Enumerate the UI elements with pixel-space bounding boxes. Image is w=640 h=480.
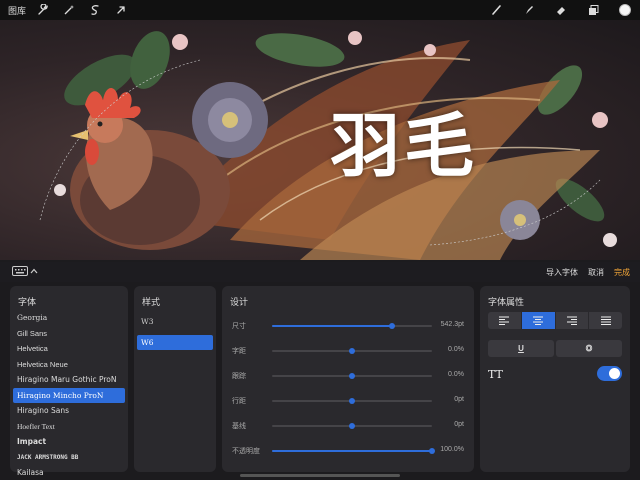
slider-value: 0.0%: [448, 346, 464, 353]
all-caps-toggle[interactable]: [597, 366, 622, 381]
slider-knob[interactable]: [429, 448, 435, 454]
slider-value: 0pt: [454, 421, 464, 428]
home-indicator: [240, 474, 400, 477]
align-justify-button[interactable]: [589, 312, 622, 329]
font-list-item[interactable]: Helvetica Neue: [13, 357, 125, 373]
design-slider-row: 尺寸 542.3pt: [230, 320, 466, 332]
slider-label: 跟踪: [232, 373, 246, 380]
slider-knob[interactable]: [349, 348, 355, 354]
font-panel: 字体 Georgia Gill Sans Helvetica Helvetica Ne…: [10, 286, 128, 477]
underline-button[interactable]: U: [488, 340, 554, 357]
font-list-item[interactable]: Gill Sans: [13, 326, 125, 342]
text-edit-bar: 导入字体 取消 完成: [0, 262, 640, 282]
keyboard-toggle-button[interactable]: [12, 266, 38, 276]
slider-knob[interactable]: [349, 398, 355, 404]
transform-arrow-icon[interactable]: [114, 3, 128, 17]
slider-value: 0.0%: [448, 371, 464, 378]
toggle-knob: [609, 368, 620, 379]
rooster-illustration: [39, 31, 617, 260]
font-list-item[interactable]: Hoefler Text: [13, 419, 125, 435]
slider-knob[interactable]: [349, 423, 355, 429]
align-center-icon: [533, 316, 544, 325]
outline-button[interactable]: O: [556, 340, 622, 357]
slider-label: 尺寸: [232, 323, 246, 330]
font-list-item[interactable]: Helvetica: [13, 341, 125, 357]
done-button[interactable]: 完成: [614, 267, 630, 278]
magic-wand-icon[interactable]: [62, 3, 76, 17]
slider-label: 行距: [232, 398, 246, 405]
active-color-swatch: [619, 4, 631, 16]
align-justify-icon: [600, 316, 611, 325]
slider-track[interactable]: [272, 448, 435, 454]
font-list-item[interactable]: Kailasa: [13, 465, 125, 480]
font-list-item[interactable]: JACK ARMSTRONG BB: [13, 450, 125, 466]
layers-icon[interactable]: [586, 3, 600, 17]
style-list-item[interactable]: W3: [137, 314, 213, 329]
canvas-artwork[interactable]: 羽毛: [0, 20, 640, 260]
artwork-text-layer[interactable]: 羽毛: [330, 90, 478, 191]
wrench-icon[interactable]: [36, 3, 50, 17]
font-list-item[interactable]: Hiragino Maru Gothic ProN: [13, 372, 125, 388]
style-panel: 样式 W3 W6: [134, 286, 216, 472]
slider-track[interactable]: [272, 348, 432, 354]
format-buttons: U O: [488, 340, 622, 357]
slider-label: 不透明度: [232, 448, 260, 455]
align-left-button[interactable]: [488, 312, 522, 329]
align-right-icon: [566, 316, 577, 325]
align-left-icon: [499, 316, 510, 325]
design-slider-row: 行距 0pt: [230, 395, 466, 407]
slider-track[interactable]: [272, 373, 432, 379]
slider-track[interactable]: [272, 398, 432, 404]
font-list-item[interactable]: Hiragino Mincho ProN: [13, 387, 125, 403]
import-font-button[interactable]: 导入字体: [546, 267, 578, 278]
attributes-panel-title: 字体属性: [488, 297, 525, 307]
selection-icon[interactable]: [88, 3, 102, 17]
slider-value: 542.3pt: [440, 321, 464, 328]
slider-knob[interactable]: [349, 373, 355, 379]
align-right-button[interactable]: [556, 312, 590, 329]
slider-value: 100.0%: [440, 446, 464, 453]
gallery-button[interactable]: 图库: [8, 4, 26, 17]
slider-value: 0pt: [454, 396, 464, 403]
font-list-item[interactable]: Impact: [13, 434, 125, 450]
cancel-button[interactable]: 取消: [588, 267, 604, 278]
design-slider-row: 不透明度 100.0%: [230, 445, 466, 457]
slider-track[interactable]: [272, 323, 432, 329]
font-list-item[interactable]: Hiragino Sans: [13, 403, 125, 419]
font-list-item[interactable]: Georgia: [13, 310, 125, 326]
brush-icon[interactable]: [490, 3, 504, 17]
alignment-segmented-control: [488, 312, 622, 329]
right-toolbar: [490, 0, 632, 20]
style-list-item[interactable]: W6: [137, 335, 213, 350]
font-attributes-panel: 字体属性 U O TT: [480, 286, 630, 472]
underline-icon: U: [518, 344, 524, 353]
slider-label: 基线: [232, 423, 246, 430]
design-slider-row: 跟踪 0.0%: [230, 370, 466, 382]
font-panel-title: 字体: [18, 297, 37, 307]
procreate-app: 图库 羽毛 导入字体 取消 完成 字体 Georgia Gill Sans He…: [0, 0, 640, 480]
design-panel: 设计 尺寸 542.3pt 字距 0.0% 跟踪 0.0% 行距 0pt 基线 0pt 不透明度 10…: [222, 286, 474, 472]
keyboard-icon: [12, 266, 28, 276]
slider-fill: [272, 450, 432, 452]
all-caps-label: TT: [488, 368, 503, 381]
design-panel-title: 设计: [230, 297, 249, 307]
outline-icon: O: [585, 344, 593, 354]
chevron-up-icon: [30, 268, 38, 274]
slider-fill: [272, 325, 392, 327]
color-picker-button[interactable]: [618, 3, 632, 17]
align-center-button[interactable]: [521, 312, 556, 329]
design-slider-row: 字距 0.0%: [230, 345, 466, 357]
font-list: Georgia Gill Sans Helvetica Helvetica Neue H…: [13, 310, 125, 480]
slider-knob[interactable]: [389, 323, 395, 329]
text-edit-actions: 导入字体 取消 完成: [546, 262, 630, 282]
slider-label: 字距: [232, 348, 246, 355]
smudge-icon[interactable]: [522, 3, 536, 17]
style-panel-title: 样式: [142, 297, 161, 307]
eraser-icon[interactable]: [554, 3, 568, 17]
style-list: W3 W6: [137, 314, 213, 356]
slider-track[interactable]: [272, 423, 432, 429]
design-slider-row: 基线 0pt: [230, 420, 466, 432]
top-toolbar: 图库: [0, 0, 640, 20]
